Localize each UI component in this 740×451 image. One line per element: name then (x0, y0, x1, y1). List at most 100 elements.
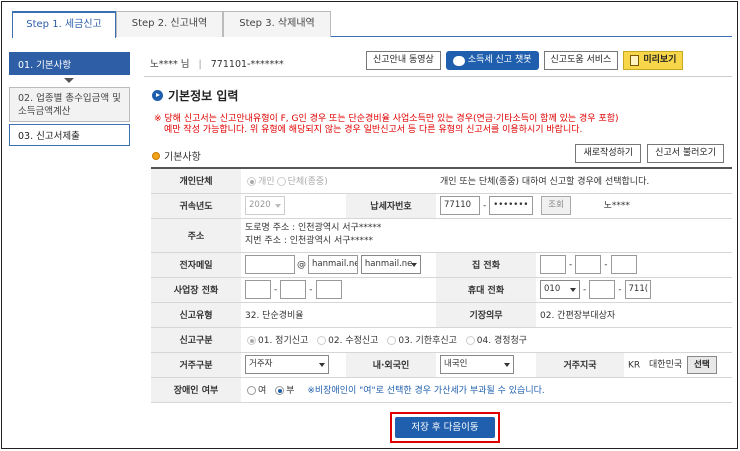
basic-info-table: 개인단체 개인 단체(종중) 개인 또는 단체(종중) 대하여 신고할 경우에 선… (151, 167, 732, 403)
residence-select[interactable]: 거주자 (245, 355, 329, 374)
lookup-button[interactable]: 조회 (541, 196, 571, 215)
country-label: 거주지국 (536, 352, 624, 378)
user-id: 771101-******* (210, 59, 284, 70)
table-row: 전자메일 @ hanmail.ne hanmail.ne 집 전화 -- (151, 252, 732, 278)
radio-correction[interactable] (465, 336, 475, 345)
radio-regular[interactable] (247, 336, 256, 345)
sidebar-item-label: 소득금액계산 (18, 105, 71, 117)
nationality-select[interactable]: 내국인 (440, 355, 514, 374)
tax-year-label: 귀속년도 (151, 193, 241, 219)
dash: - (309, 284, 313, 295)
lot-address: 지번 주소 : 인천광역시 서구***** (245, 236, 374, 246)
radio-late[interactable] (387, 336, 397, 345)
biz-phone-part3[interactable] (315, 280, 342, 299)
radio-personal[interactable] (247, 177, 256, 187)
table-row: 개인단체 개인 단체(종중) 개인 또는 단체(종중) 대하여 신고할 경우에 선… (151, 168, 732, 194)
notice-line: ※ 당해 신고서는 신고안내유형이 F, G인 경우 또는 단순경비율 사업소득… (154, 114, 619, 124)
window: Step 1. 세금신고 Step 2. 신고내역 Step 3. 삭제내역 0… (1, 1, 738, 449)
radio-group-label: 단체(종중) (287, 177, 328, 188)
country-code: KR (628, 360, 641, 370)
radio-amended[interactable] (317, 336, 327, 345)
home-phone-part3[interactable] (610, 255, 637, 274)
biz-phone-label: 사업장 전화 (151, 277, 241, 303)
table-row: 장애인 여부 여 부 ※비장애인이 "여"로 선택한 경우 가산세가 부과될 수… (151, 377, 732, 403)
email-domain-input[interactable]: hanmail.ne (308, 255, 358, 274)
mobile-part2[interactable] (589, 280, 616, 299)
bullet-icon (152, 151, 160, 160)
disabled-note: ※비장애인이 "여"로 선택한 경우 가산세가 부과될 수 있습니다. (307, 386, 545, 396)
user-info: 노**** 님 | 771101-******* (150, 56, 284, 70)
disabled-label: 장애인 여부 (151, 377, 241, 403)
sidebar-item-income[interactable]: 02. 업종별 총수입금액 및 소득금액계산 (9, 87, 130, 122)
chatbot-button[interactable]: 소득세 신고 챗봇 (445, 51, 539, 70)
chatbot-label: 소득세 신고 챗봇 (467, 55, 532, 65)
help-service-button[interactable]: 신고도움 서비스 (543, 51, 619, 70)
tab-step1[interactable]: Step 1. 세금신고 (12, 11, 116, 38)
user-name: 노**** 님 (150, 59, 190, 70)
preview-button[interactable]: 미리보기 (623, 51, 684, 70)
save-button-highlight: 저장 후 다음이동 (390, 412, 500, 443)
dash: - (274, 284, 278, 295)
save-next-button[interactable]: 저장 후 다음이동 (395, 417, 495, 438)
mobile-part3[interactable]: 711( (624, 280, 651, 299)
table-row: 귀속년도 2020 납세자번호 77110- ••••••• 조회 노**** (151, 193, 732, 219)
notice-text: ※ 당해 신고서는 신고안내유형이 F, G인 경우 또는 단순경비율 사업소득… (154, 114, 734, 136)
radio-correction-label: 04. 경정청구 (476, 336, 528, 346)
taxpayer-name: 노**** (603, 201, 630, 211)
dash: - (604, 259, 608, 270)
separator: | (198, 59, 202, 70)
nationality-label: 내·외국인 (346, 352, 436, 378)
guide-video-button[interactable]: 신고안내 동영상 (366, 51, 441, 70)
biz-phone-cell: -- (241, 277, 436, 303)
mobile-prefix-select[interactable]: 010 (540, 280, 580, 299)
dash: - (483, 200, 487, 211)
home-phone-part2[interactable] (575, 255, 602, 274)
tab-step2[interactable]: Step 2. 신고내역 (116, 11, 223, 37)
book-icon (630, 55, 640, 66)
sidebar-item-submit[interactable]: 03. 신고서제출 (9, 124, 130, 146)
sidebar: 01. 기본사항 02. 업종별 총수입금액 및 소득금액계산 03. 신고서제… (9, 52, 130, 146)
tax-year-cell: 2020 (241, 193, 346, 219)
radio-disabled-yes[interactable] (247, 386, 256, 395)
load-form-button[interactable]: 신고서 불러오기 (647, 144, 724, 163)
notice-line: 예만 작성 가능합니다. 위 유형에 해당되지 않는 경우 일반신고서 등 다른… (164, 125, 583, 135)
radio-regular-label: 01. 정기신고 (258, 336, 309, 346)
circle-arrow-icon (152, 90, 163, 101)
taxpayer-type-hint: 개인 또는 단체(종중) 대하여 신고할 경우에 선택합니다. (436, 168, 732, 194)
email-cell: @ hanmail.ne hanmail.ne (241, 252, 436, 278)
sidebar-item-basic[interactable]: 01. 기본사항 (9, 52, 130, 75)
radio-disabled-yes-label: 여 (258, 386, 267, 396)
email-domain-select[interactable]: hanmail.ne (360, 255, 421, 274)
disabled-cell: 여 부 ※비장애인이 "여"로 선택한 경우 가산세가 부과될 수 있습니다. (241, 377, 732, 403)
table-row: 거주구분 거주자 내·외국인 내국인 거주지국 KR 대한민국 선택 (151, 352, 732, 378)
radio-disabled-no[interactable] (275, 386, 285, 395)
biz-phone-part2[interactable] (280, 280, 307, 299)
at-sign: @ (297, 260, 306, 270)
country-select-button[interactable]: 선택 (687, 355, 717, 374)
dash: - (583, 284, 587, 295)
table-row: 신고구분 01. 정기신고 02. 수정신고 03. 기한후신고 04. 경정청… (151, 327, 732, 353)
taxpayer-no-part2[interactable]: ••••••• (489, 196, 534, 215)
biz-phone-part1[interactable] (245, 280, 271, 299)
section-title: 기본정보 입력 (152, 87, 238, 104)
section-title-text: 기본정보 입력 (168, 89, 239, 103)
chevron-down-icon (9, 75, 130, 87)
taxpayer-no-part1[interactable]: 77110 (440, 196, 480, 215)
radio-group[interactable] (276, 177, 286, 187)
taxpayer-no-label: 납세자번호 (346, 193, 436, 219)
email-id-input[interactable] (245, 255, 295, 274)
home-phone-part1[interactable] (540, 255, 566, 274)
header-actions: 신고안내 동영상 소득세 신고 챗봇 신고도움 서비스 미리보기 (366, 51, 684, 71)
address-cell: 도로명 주소 : 인천광역시 서구***** 지번 주소 : 인천광역시 서구*… (241, 218, 732, 253)
tax-year-select[interactable]: 2020 (245, 196, 285, 215)
divider (144, 76, 732, 77)
taxpayer-type-cell: 개인 단체(종중) (241, 168, 436, 194)
dash: - (618, 284, 622, 295)
residence-label: 거주구분 (151, 352, 241, 378)
residence-cell: 거주자 (241, 352, 346, 378)
table-row: 사업장 전화 -- 휴대 전화 010- -711( (151, 277, 732, 303)
subtitle-text: 기본사항 (164, 152, 201, 163)
tab-step3[interactable]: Step 3. 삭제내역 (223, 11, 331, 37)
chat-icon (452, 55, 465, 66)
new-form-button[interactable]: 새로작성하기 (575, 144, 642, 163)
